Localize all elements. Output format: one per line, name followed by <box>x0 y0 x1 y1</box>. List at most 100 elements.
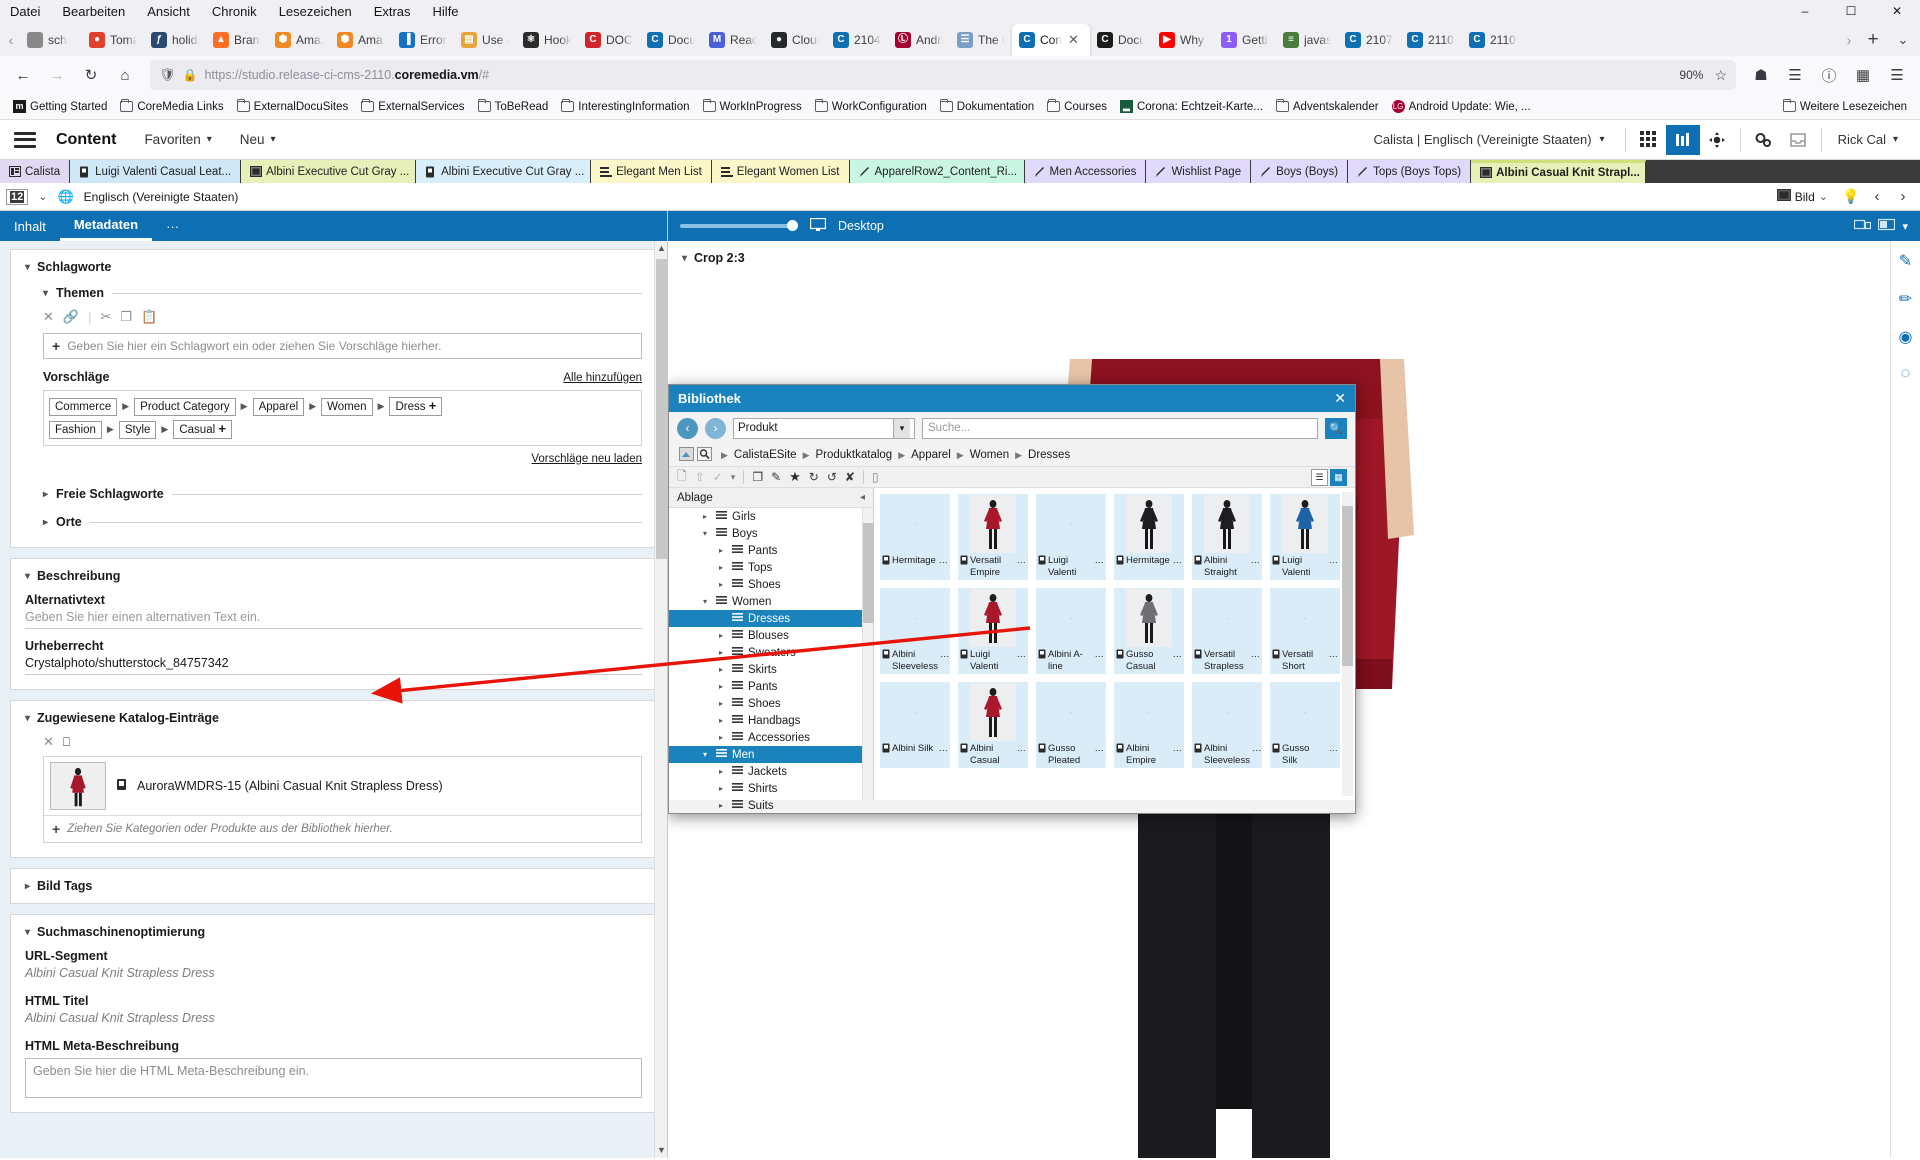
collapse-icon[interactable]: ◂ <box>860 492 865 503</box>
browser-tab[interactable]: ●Cloud <box>764 24 826 56</box>
desktop-view-icon[interactable] <box>1878 218 1895 234</box>
document-tab[interactable]: Albini Executive Cut Gray ... <box>241 160 416 183</box>
chevron-down-icon[interactable]: ▾ <box>682 253 687 264</box>
bookmark-item[interactable]: ▂Corona: Echtzeit-Karte... <box>1115 98 1268 115</box>
close-tab-icon[interactable]: ✕ <box>1068 32 1079 48</box>
keywords-section-header[interactable]: ▾ Schlagworte <box>25 260 642 274</box>
browser-tab[interactable]: C2104 E <box>826 24 888 56</box>
menu-extras[interactable]: Extras <box>374 4 411 19</box>
description-section-header[interactable]: ▾ Beschreibung <box>25 569 642 583</box>
breadcrumb-item-1[interactable]: Produktkatalog <box>815 449 892 461</box>
scroll-down-icon[interactable]: ▼ <box>655 1143 667 1158</box>
grid-item[interactable]: ·Albini Silk… <box>880 682 950 768</box>
browser-tab[interactable]: C2110 S <box>1462 24 1524 56</box>
back-button[interactable]: ‹ <box>677 418 698 439</box>
tree-node-shoes[interactable]: ▸Shoes <box>669 695 873 712</box>
version-badge[interactable]: 12 <box>6 189 28 205</box>
browser-tab[interactable]: CDOC b <box>578 24 640 56</box>
tree-node-handbags[interactable]: ▸Handbags <box>669 712 873 729</box>
tree-node-skirts[interactable]: ▸Skirts <box>669 661 873 678</box>
forward-button[interactable]: → <box>42 60 72 90</box>
info-icon[interactable]: ▯ <box>872 470 879 484</box>
browser-menu-bar[interactable]: Datei Bearbeiten Ansicht Chronik Lesezei… <box>0 0 1920 22</box>
grid-item[interactable]: ·Albini Sleeveless… <box>880 588 950 674</box>
html-title-input[interactable]: Albini Casual Knit Strapless Dress <box>25 1008 642 1029</box>
scroll-up-icon[interactable]: ▲ <box>655 241 667 256</box>
hamburger-menu-icon[interactable] <box>14 132 36 148</box>
chevron-right-icon[interactable]: ▸ <box>25 881 30 892</box>
document-tab[interactable]: Calista <box>0 160 70 183</box>
home-button[interactable]: ⌂ <box>110 60 140 90</box>
grid-item[interactable]: ·Versatil Short… <box>1270 588 1340 674</box>
shield-icon[interactable]: 🛡 <box>159 67 176 83</box>
browser-tab[interactable]: ▶Why d <box>1152 24 1214 56</box>
suggestion-row[interactable]: Fashion ▶ Style ▶ Casual + <box>49 418 636 441</box>
chip-dress[interactable]: Dress + <box>389 397 442 416</box>
grid-item[interactable]: ·Albini Sleeveless… <box>1192 682 1262 768</box>
grid-scrollbar[interactable] <box>1342 492 1353 796</box>
chevron-right-icon[interactable]: ▸ <box>719 563 727 572</box>
tablet-icon[interactable] <box>1854 218 1871 234</box>
browser-tab[interactable]: ⓁAndro <box>888 24 950 56</box>
breadcrumb-icons[interactable] <box>679 447 712 464</box>
chevron-right-icon[interactable]: ▸ <box>719 733 727 742</box>
chevron-down-icon[interactable]: ▾ <box>1902 220 1908 233</box>
tree-node-dresses[interactable]: Dresses <box>669 610 873 627</box>
grid-item[interactable]: ·Albini Empire… <box>1114 682 1184 768</box>
chevron-right-icon[interactable]: ▸ <box>719 784 727 793</box>
inbox-icon[interactable] <box>1781 125 1815 155</box>
address-bar[interactable]: 🛡 🔒 https://studio.release-ci-cms-2110.c… <box>150 60 1736 90</box>
browser-tab[interactable]: ▐Error <box>392 24 454 56</box>
browser-tab[interactable]: CDocur <box>640 24 702 56</box>
browser-tab[interactable]: ⬢Amaz <box>268 24 330 56</box>
back-button[interactable]: ← <box>8 60 38 90</box>
document-tab[interactable]: Luigi Valenti Casual Leat... <box>70 160 241 183</box>
tab-scroll-right-icon[interactable]: › <box>1840 24 1858 56</box>
form-scrollbar[interactable]: ▲ ▼ <box>654 241 667 1158</box>
meta-description-input[interactable]: Geben Sie hier die HTML Meta-Beschreibun… <box>25 1058 642 1098</box>
tree-node-boys[interactable]: ▾Boys <box>669 525 873 542</box>
grid-item[interactable]: Versatil Empire… <box>958 494 1028 580</box>
new-menu[interactable]: Neu ▾ <box>240 132 276 147</box>
dropdown-icon[interactable]: ▾ <box>731 472 736 483</box>
tree-node-pants[interactable]: ▸Pants <box>669 542 873 559</box>
forward-button[interactable]: › <box>705 418 726 439</box>
remove-icon[interactable]: ✕ <box>43 734 54 750</box>
grid-item[interactable]: Hermitage… <box>1114 494 1184 580</box>
type-filter-select[interactable]: Produkt ▾ <box>733 418 915 439</box>
browser-tab[interactable]: 1Gettin <box>1214 24 1276 56</box>
catalog-section-header[interactable]: ▾ Zugewiesene Katalog-Einträge <box>25 711 642 725</box>
bookmark-item[interactable]: ToBeRead <box>473 99 554 115</box>
zoom-level[interactable]: 90% <box>1675 68 1707 82</box>
reload-button[interactable]: ↻ <box>76 60 106 90</box>
browser-tab[interactable]: ≡javasc <box>1276 24 1338 56</box>
menu-hilfe[interactable]: Hilfe <box>433 4 459 19</box>
version-dropdown-icon[interactable]: ⌄ <box>38 190 47 203</box>
app-menu-icon[interactable]: ☰ <box>1882 60 1912 90</box>
scroll-thumb[interactable] <box>656 259 667 559</box>
preview-side-rail[interactable]: ✎ ✏ ◉ ◌ <box>1890 241 1920 1158</box>
menu-ansicht[interactable]: Ansicht <box>147 4 190 19</box>
copy-icon[interactable]: ❐ <box>752 470 763 484</box>
chevron-down-icon[interactable]: ▾ <box>25 713 30 724</box>
menu-chronik[interactable]: Chronik <box>212 4 257 19</box>
document-tab[interactable]: ApparelRow2_Content_Ri... <box>850 160 1025 183</box>
chip-casual[interactable]: Casual + <box>173 420 232 439</box>
approve-icon[interactable]: ✓ <box>713 470 723 484</box>
next-button[interactable]: › <box>1892 186 1914 208</box>
library-toolbar[interactable]: 🗋 ⇧ ✓ ▾ ❐ ✎ ★ ↻ ↺ ✘ ▯ ☰ ▦ <box>669 466 1355 488</box>
browser-tab[interactable]: ⬢Amaz <box>330 24 392 56</box>
library-icon[interactable]: ☰ <box>1780 60 1810 90</box>
bookmark-item[interactable]: CoreMedia Links <box>115 99 228 115</box>
chevron-down-icon[interactable]: ▾ <box>703 529 711 538</box>
menu-bearbeiten[interactable]: Bearbeiten <box>62 4 125 19</box>
bookmark-item[interactable]: LGAndroid Update: Wie, ... <box>1387 98 1536 115</box>
chevron-right-icon[interactable]: ▸ <box>719 631 727 640</box>
other-bookmarks-button[interactable]: Weitere Lesezeichen <box>1778 99 1912 115</box>
upload-icon[interactable]: ⇧ <box>695 470 705 484</box>
globe-icon[interactable]: ◉ <box>1899 327 1913 347</box>
grid-item[interactable]: Luigi Valenti… <box>958 588 1028 674</box>
bookmark-item[interactable]: ExternalDocuSites <box>232 99 354 115</box>
bulb-icon[interactable]: 💡 <box>1840 186 1862 208</box>
seo-section-header[interactable]: ▾ Suchmaschinenoptimierung <box>25 925 642 939</box>
